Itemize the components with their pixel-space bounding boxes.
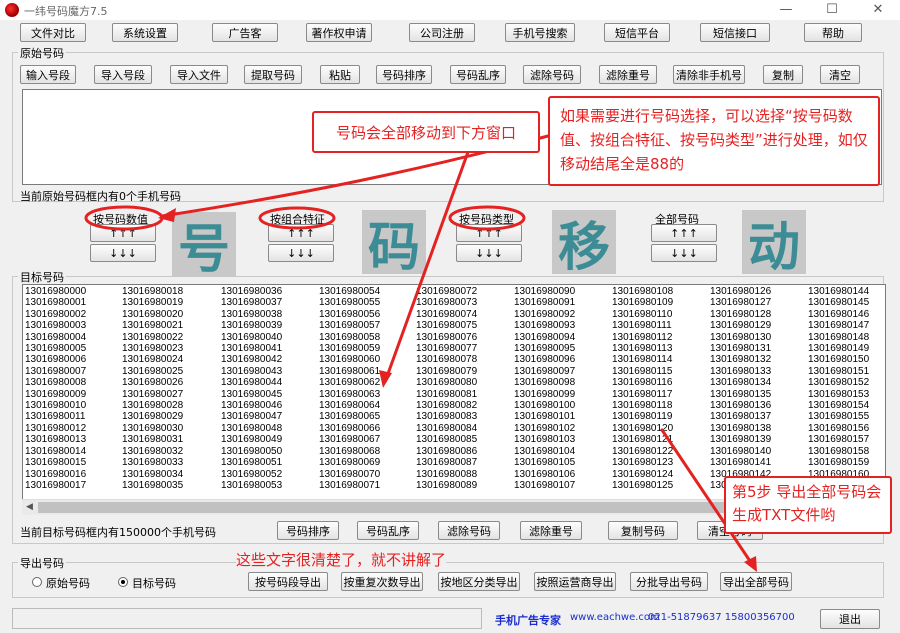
annotation-move-note: 号码会全部移动到下方窗口 bbox=[312, 111, 540, 153]
circle-by-type bbox=[448, 205, 526, 231]
circle-by-feature bbox=[258, 206, 336, 230]
annotation-step5-note: 第5步 导出全部号码会生成TXT文件哟 bbox=[724, 476, 892, 534]
annotation-arrows bbox=[84, 134, 757, 572]
arrowhead-export-all bbox=[744, 556, 757, 572]
annotation-text-note: 这些文字很清楚了，就不讲解了 bbox=[236, 549, 447, 570]
annotation-select-note: 如果需要进行号码选择，可以选择“按号码数值、按组合特征、按号码类型”进行处理，如… bbox=[548, 96, 880, 186]
arrow-to-target bbox=[383, 150, 470, 384]
arrowhead-target bbox=[379, 370, 392, 388]
circle-by-value bbox=[84, 205, 164, 231]
